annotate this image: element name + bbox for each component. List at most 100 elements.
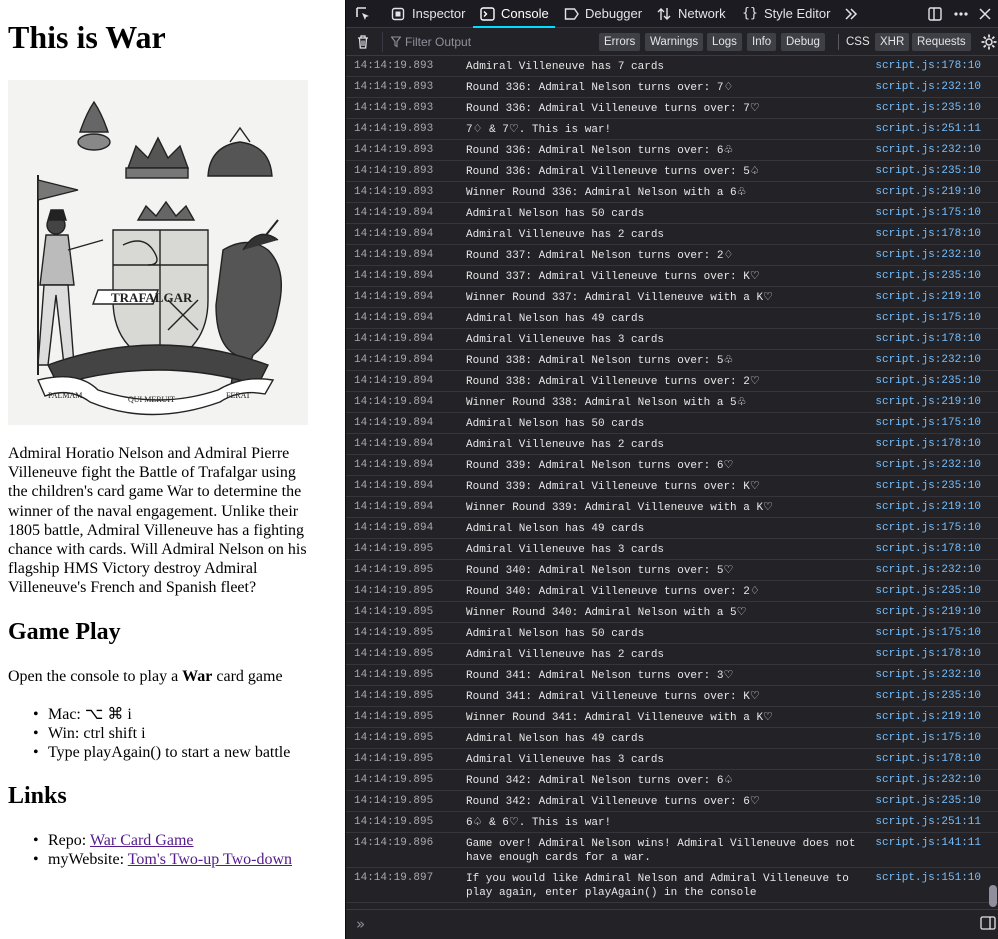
message-timestamp: 14:14:19.895: [354, 627, 434, 639]
message-source-link[interactable]: script.js:151:10: [875, 868, 981, 889]
message-source-link[interactable]: script.js:232:10: [875, 350, 981, 371]
message-source-link[interactable]: script.js:235:10: [875, 686, 981, 707]
gameplay-text-after: card game: [212, 668, 283, 685]
message-text: Round 339: Admiral Nelson turns over: 6♡: [466, 460, 734, 472]
filter-divider: [838, 34, 839, 50]
tab-label: Debugger: [585, 6, 643, 21]
hero-motto-1: PALMAM: [48, 391, 82, 400]
message-source-link[interactable]: script.js:178:10: [875, 56, 981, 77]
list-item: Repo: War Card Game: [33, 831, 292, 850]
message-source-link[interactable]: script.js:251:11: [875, 119, 981, 140]
more-options-icon[interactable]: [952, 5, 970, 23]
message-source-link[interactable]: script.js:232:10: [875, 245, 981, 266]
message-source-link[interactable]: script.js:235:10: [875, 98, 981, 119]
element-picker-icon[interactable]: [354, 5, 372, 23]
message-source-link[interactable]: script.js:232:10: [875, 560, 981, 581]
message-timestamp: 14:14:19.893: [354, 102, 434, 114]
message-source-link[interactable]: script.js:235:10: [875, 791, 981, 812]
message-text: Round 339: Admiral Villeneuve turns over…: [466, 481, 760, 493]
console-message-row: 14:14:19.893 Round 336: Admiral Nelson tu…: [346, 77, 998, 98]
message-source-link[interactable]: script.js:175:10: [875, 308, 981, 329]
dock-side-icon[interactable]: [926, 5, 944, 23]
message-source-link[interactable]: script.js:235:10: [875, 581, 981, 602]
message-source-link[interactable]: script.js:175:10: [875, 728, 981, 749]
message-text: Admiral Villeneuve has 2 cards: [466, 649, 665, 661]
message-source-link[interactable]: script.js:219:10: [875, 287, 981, 308]
message-source-link[interactable]: script.js:219:10: [875, 392, 981, 413]
inspector-icon: [390, 6, 406, 22]
list-item: myWebsite: Tom's Two-up Two-down: [33, 850, 292, 869]
tab-network[interactable]: Network: [656, 0, 726, 27]
message-timestamp: 14:14:19.895: [354, 669, 434, 681]
links-list: Repo: War Card Game myWebsite: Tom's Two…: [33, 831, 292, 869]
message-source-link[interactable]: script.js:178:10: [875, 749, 981, 770]
console-input[interactable]: [378, 914, 968, 934]
gear-icon[interactable]: [980, 33, 998, 51]
console-filter-bar: Errors Warnings Logs Info Debug CSS XHR …: [346, 28, 998, 56]
more-tabs-chevron-icon[interactable]: [842, 5, 860, 23]
message-source-link[interactable]: script.js:175:10: [875, 203, 981, 224]
tab-inspector[interactable]: Inspector: [390, 0, 465, 27]
message-source-link[interactable]: script.js:175:10: [875, 623, 981, 644]
console-message-row: 14:14:19.895 Admiral Villeneuve has 3 car…: [346, 539, 998, 560]
filter-css-button[interactable]: CSS: [841, 33, 875, 51]
message-text: Admiral Villeneuve has 3 cards: [466, 754, 665, 766]
console-message-row: 14:14:19.897 If you would like Admiral Ne…: [346, 868, 998, 903]
message-source-link[interactable]: script.js:219:10: [875, 707, 981, 728]
message-source-link[interactable]: script.js:178:10: [875, 644, 981, 665]
message-source-link[interactable]: script.js:232:10: [875, 665, 981, 686]
message-source-link[interactable]: script.js:178:10: [875, 224, 981, 245]
message-source-link[interactable]: script.js:178:10: [875, 329, 981, 350]
message-timestamp: 14:14:19.896: [354, 837, 434, 849]
message-source-link[interactable]: script.js:178:10: [875, 434, 981, 455]
message-timestamp: 14:14:19.894: [354, 375, 434, 387]
message-source-link[interactable]: script.js:232:10: [875, 455, 981, 476]
message-source-link[interactable]: script.js:175:10: [875, 413, 981, 434]
message-source-link[interactable]: script.js:232:10: [875, 770, 981, 791]
message-source-link[interactable]: script.js:219:10: [875, 182, 981, 203]
message-text: Winner Round 339: Admiral Villeneuve wit…: [466, 502, 773, 514]
message-source-link[interactable]: script.js:251:11: [875, 812, 981, 833]
tab-style-editor[interactable]: {} Style Editor: [742, 0, 830, 27]
console-message-row: 14:14:19.895 Round 342: Admiral Nelson tu…: [346, 770, 998, 791]
message-source-link[interactable]: script.js:219:10: [875, 497, 981, 518]
filter-requests-button[interactable]: Requests: [912, 33, 971, 51]
tab-debugger[interactable]: Debugger: [563, 0, 642, 27]
devtools-panel: Inspector Console Debugger Network {} St…: [345, 0, 998, 939]
console-message-row: 14:14:19.894 Admiral Nelson has 49 cards s…: [346, 308, 998, 329]
trash-icon[interactable]: [355, 34, 371, 50]
website-link[interactable]: Tom's Two-up Two-down: [128, 851, 292, 868]
message-source-link[interactable]: script.js:235:10: [875, 161, 981, 182]
filter-warnings-button[interactable]: Warnings: [645, 33, 704, 51]
gameplay-text-bold: War: [182, 668, 213, 685]
message-source-link[interactable]: script.js:235:10: [875, 371, 981, 392]
filter-debug-button[interactable]: Debug: [781, 33, 825, 51]
message-source-link[interactable]: script.js:235:10: [875, 266, 981, 287]
filter-logs-button[interactable]: Logs: [707, 33, 742, 51]
message-text: Admiral Villeneuve has 7 cards: [466, 61, 665, 73]
message-source-link[interactable]: script.js:232:10: [875, 77, 981, 98]
repo-link[interactable]: War Card Game: [90, 832, 194, 849]
filter-info-button[interactable]: Info: [747, 33, 777, 51]
close-icon[interactable]: [976, 5, 994, 23]
console-message-row: 14:14:19.893 7♢ & 7♡. This is war! script.…: [346, 119, 998, 140]
message-source-link[interactable]: script.js:178:10: [875, 539, 981, 560]
message-source-link[interactable]: script.js:175:10: [875, 518, 981, 539]
message-source-link[interactable]: script.js:235:10: [875, 476, 981, 497]
console-message-row: 14:14:19.893 Round 336: Admiral Villeneuv…: [346, 98, 998, 119]
filter-xhr-button[interactable]: XHR: [875, 33, 910, 51]
sidebar-toggle-icon[interactable]: [980, 916, 996, 930]
message-source-link[interactable]: script.js:219:10: [875, 602, 981, 623]
filter-errors-button[interactable]: Errors: [599, 33, 641, 51]
tab-console[interactable]: Console: [473, 0, 555, 28]
message-source-link[interactable]: script.js:232:10: [875, 140, 981, 161]
console-message-row: 14:14:19.895 Winner Round 341: Admiral Vi…: [346, 707, 998, 728]
console-scrollbar[interactable]: [989, 885, 997, 907]
filter-output-input[interactable]: [382, 32, 592, 52]
message-text: Round 338: Admiral Villeneuve turns over…: [466, 376, 760, 388]
console-message-row: 14:14:19.895 6♤ & 6♡. This is war! script.…: [346, 812, 998, 833]
message-text: Round 340: Admiral Villeneuve turns over…: [466, 586, 760, 598]
message-source-link[interactable]: script.js:141:11: [875, 833, 981, 854]
message-text: Round 337: Admiral Villeneuve turns over…: [466, 271, 760, 283]
style-editor-icon: {}: [742, 6, 758, 21]
